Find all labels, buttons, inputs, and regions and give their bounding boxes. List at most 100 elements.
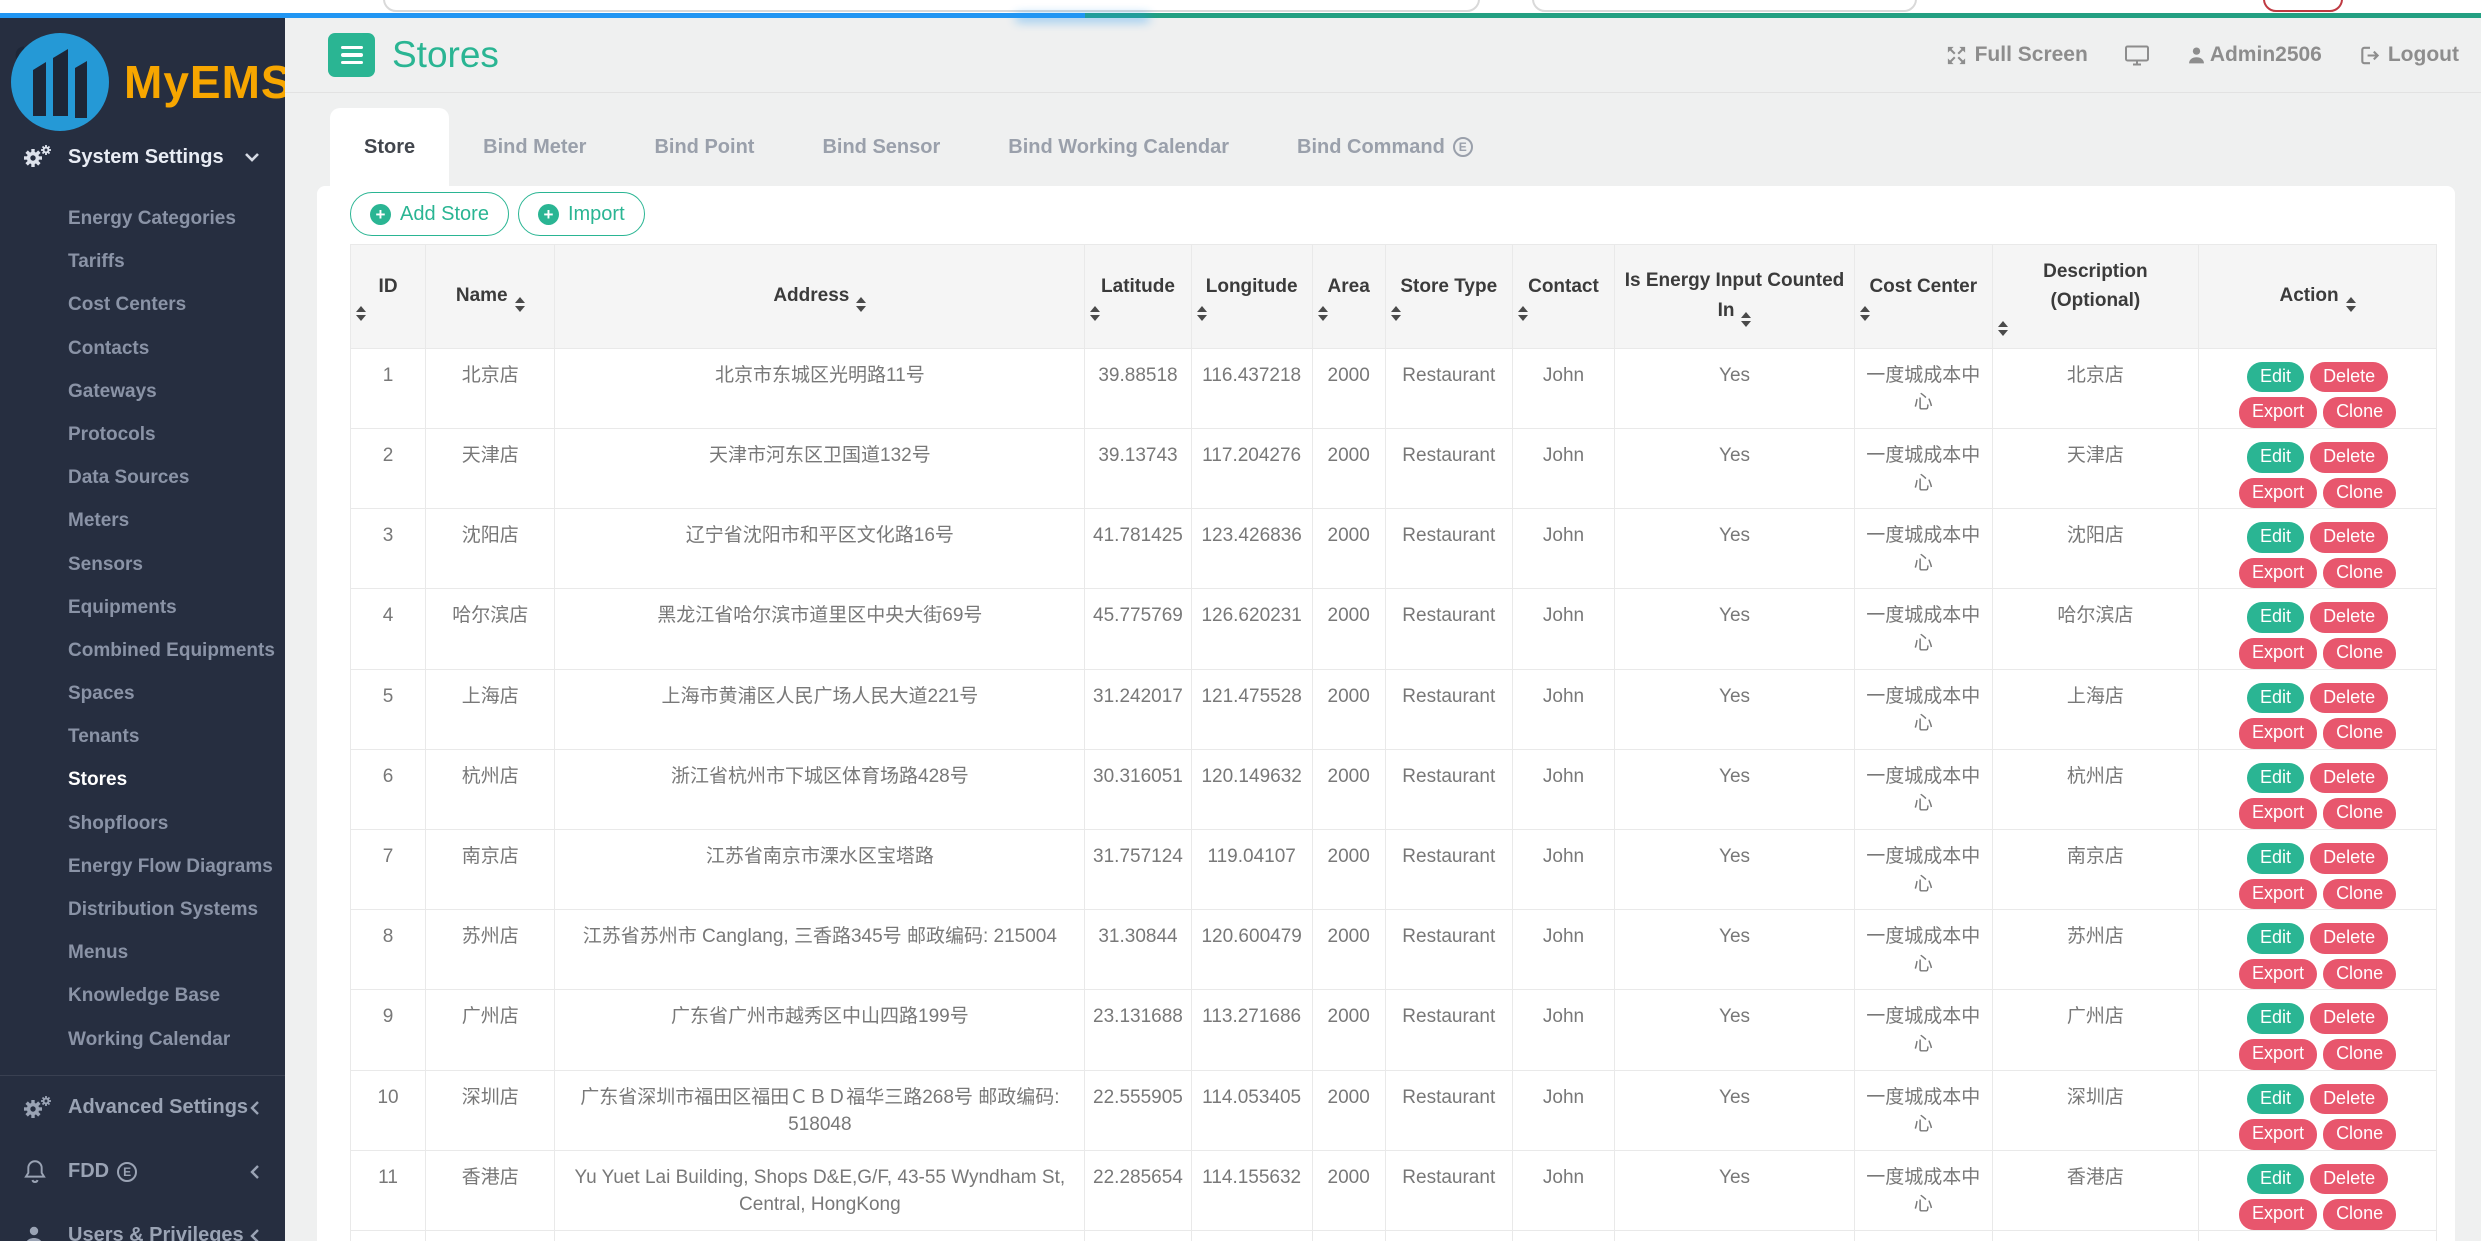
column-header-name[interactable]: Name	[426, 245, 555, 349]
sidebar-item-distribution-systems[interactable]: Distribution Systems	[0, 888, 285, 931]
tab-bind-point[interactable]: Bind Point	[620, 108, 788, 186]
sidebar-item-data-sources[interactable]: Data Sources	[0, 456, 285, 499]
sidebar-section-system-settings[interactable]: System Settings	[0, 138, 285, 176]
tab-bind-command[interactable]: Bind CommandE	[1263, 108, 1507, 186]
edit-button[interactable]: Edit	[2247, 683, 2304, 714]
sidebar-item-shopfloors[interactable]: Shopfloors	[0, 802, 285, 845]
sidebar-section-users-privileges[interactable]: Users & Privileges	[0, 1204, 285, 1241]
delete-button[interactable]: Delete	[2310, 1164, 2388, 1195]
column-header-action[interactable]: Action	[2199, 245, 2437, 349]
edit-button[interactable]: Edit	[2247, 442, 2304, 473]
sort-icon[interactable]	[1998, 321, 2194, 336]
sidebar-item-tariffs[interactable]: Tariffs	[0, 240, 285, 283]
column-header-id[interactable]: ID	[351, 245, 426, 349]
sidebar-item-tenants[interactable]: Tenants	[0, 715, 285, 758]
delete-button[interactable]: Delete	[2310, 442, 2388, 473]
edit-button[interactable]: Edit	[2247, 843, 2304, 874]
edit-button[interactable]: Edit	[2247, 602, 2304, 633]
clone-button[interactable]: Clone	[2323, 478, 2396, 509]
export-button[interactable]: Export	[2239, 798, 2317, 829]
export-button[interactable]: Export	[2239, 1199, 2317, 1230]
tab-bind-working-calendar[interactable]: Bind Working Calendar	[974, 108, 1263, 186]
edit-button[interactable]: Edit	[2247, 362, 2304, 393]
sidebar-item-spaces[interactable]: Spaces	[0, 672, 285, 715]
column-header-area[interactable]: Area	[1312, 245, 1385, 349]
delete-button[interactable]: Delete	[2310, 602, 2388, 633]
column-header-cost-center[interactable]: Cost Center	[1854, 245, 1992, 349]
clone-button[interactable]: Clone	[2323, 1199, 2396, 1230]
sidebar-item-contacts[interactable]: Contacts	[0, 327, 285, 370]
user-menu[interactable]: Admin2506	[2186, 43, 2322, 67]
sort-icon[interactable]	[1391, 306, 1507, 321]
column-header-description-optional[interactable]: Description (Optional)	[1992, 245, 2199, 349]
sidebar-item-equipments[interactable]: Equipments	[0, 586, 285, 629]
sidebar-item-energy-categories[interactable]: Energy Categories	[0, 197, 285, 240]
add-store-button[interactable]: + Add Store	[350, 192, 509, 236]
column-header-longitude[interactable]: Longitude	[1191, 245, 1312, 349]
sidebar-section-advanced-settings[interactable]: Advanced Settings	[0, 1076, 285, 1140]
delete-button[interactable]: Delete	[2310, 522, 2388, 553]
export-button[interactable]: Export	[2239, 718, 2317, 749]
export-button[interactable]: Export	[2239, 959, 2317, 990]
delete-button[interactable]: Delete	[2310, 1003, 2388, 1034]
sidebar-item-knowledge-base[interactable]: Knowledge Base	[0, 974, 285, 1017]
sidebar-item-working-calendar[interactable]: Working Calendar	[0, 1018, 285, 1061]
delete-button[interactable]: Delete	[2310, 763, 2388, 794]
clone-button[interactable]: Clone	[2323, 397, 2396, 428]
sort-icon[interactable]	[515, 297, 525, 312]
edit-button[interactable]: Edit	[2247, 763, 2304, 794]
tab-bind-meter[interactable]: Bind Meter	[449, 108, 620, 186]
sort-icon[interactable]	[1197, 306, 1307, 321]
column-header-latitude[interactable]: Latitude	[1085, 245, 1191, 349]
sidebar-item-sensors[interactable]: Sensors	[0, 543, 285, 586]
export-button[interactable]: Export	[2239, 558, 2317, 589]
logout-button[interactable]: Logout	[2358, 43, 2459, 67]
export-button[interactable]: Export	[2239, 638, 2317, 669]
clone-button[interactable]: Clone	[2323, 558, 2396, 589]
tab-store[interactable]: Store	[330, 108, 449, 186]
import-button[interactable]: + Import	[518, 192, 645, 236]
edit-button[interactable]: Edit	[2247, 1084, 2304, 1115]
sidebar-item-energy-flow-diagrams[interactable]: Energy Flow Diagrams	[0, 845, 285, 888]
clone-button[interactable]: Clone	[2323, 1039, 2396, 1070]
sidebar-item-combined-equipments[interactable]: Combined Equipments	[0, 629, 285, 672]
sort-icon[interactable]	[1860, 306, 1987, 321]
export-button[interactable]: Export	[2239, 879, 2317, 910]
delete-button[interactable]: Delete	[2310, 923, 2388, 954]
sort-icon[interactable]	[856, 297, 866, 312]
sidebar-item-cost-centers[interactable]: Cost Centers	[0, 283, 285, 326]
clone-button[interactable]: Clone	[2323, 638, 2396, 669]
clone-button[interactable]: Clone	[2323, 798, 2396, 829]
sort-icon[interactable]	[356, 306, 420, 321]
export-button[interactable]: Export	[2239, 1119, 2317, 1150]
export-button[interactable]: Export	[2239, 1039, 2317, 1070]
delete-button[interactable]: Delete	[2310, 683, 2388, 714]
edit-button[interactable]: Edit	[2247, 522, 2304, 553]
clone-button[interactable]: Clone	[2323, 718, 2396, 749]
column-header-contact[interactable]: Contact	[1512, 245, 1614, 349]
brand[interactable]: MyEMS	[0, 18, 285, 138]
clone-button[interactable]: Clone	[2323, 879, 2396, 910]
sidebar-item-stores[interactable]: Stores	[0, 758, 285, 801]
sort-icon[interactable]	[2346, 297, 2356, 312]
sidebar-item-meters[interactable]: Meters	[0, 499, 285, 542]
sort-icon[interactable]	[1318, 306, 1380, 321]
edit-button[interactable]: Edit	[2247, 1164, 2304, 1195]
column-header-is-energy-input-counted-in[interactable]: Is Energy Input Counted In	[1615, 245, 1855, 349]
delete-button[interactable]: Delete	[2310, 362, 2388, 393]
delete-button[interactable]: Delete	[2310, 843, 2388, 874]
delete-button[interactable]: Delete	[2310, 1084, 2388, 1115]
column-header-address[interactable]: Address	[555, 245, 1085, 349]
edit-button[interactable]: Edit	[2247, 923, 2304, 954]
sort-icon[interactable]	[1741, 312, 1751, 327]
sort-icon[interactable]	[1518, 306, 1609, 321]
full-screen-button[interactable]: Full Screen	[1945, 43, 2088, 67]
sidebar-section-fdd[interactable]: FDD E	[0, 1140, 285, 1204]
sort-icon[interactable]	[1090, 306, 1185, 321]
export-button[interactable]: Export	[2239, 397, 2317, 428]
sidebar-item-protocols[interactable]: Protocols	[0, 413, 285, 456]
sidebar-item-gateways[interactable]: Gateways	[0, 370, 285, 413]
edit-button[interactable]: Edit	[2247, 1003, 2304, 1034]
display-mode-button[interactable]	[2124, 43, 2150, 67]
clone-button[interactable]: Clone	[2323, 1119, 2396, 1150]
